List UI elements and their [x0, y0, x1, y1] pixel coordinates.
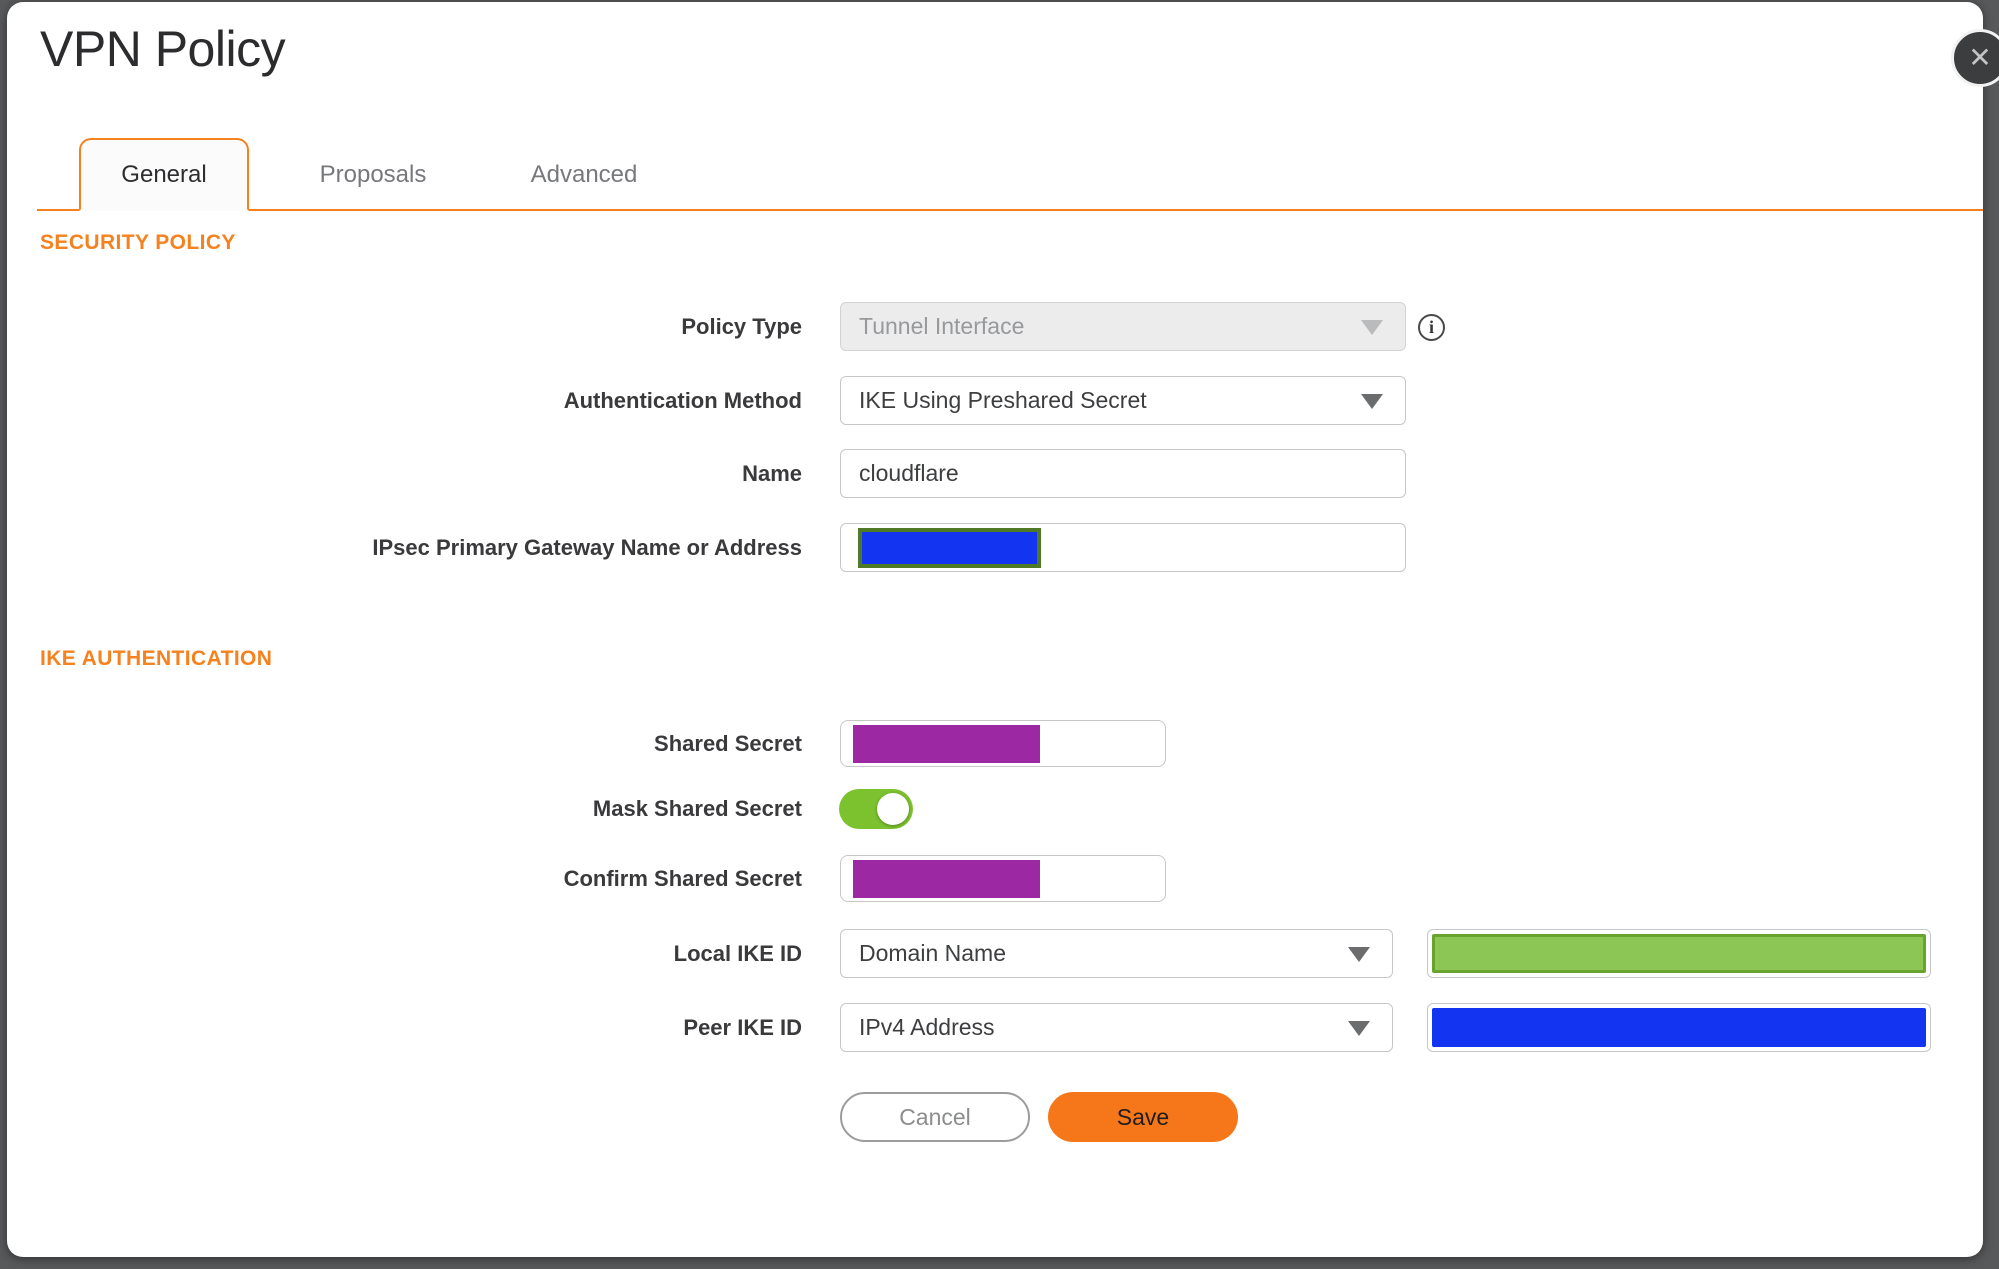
tab-advanced[interactable]: Advanced: [504, 138, 664, 211]
policy-type-value: Tunnel Interface: [859, 313, 1025, 339]
chevron-down-icon: [1361, 319, 1383, 335]
toggle-knob: [877, 793, 909, 825]
shared-secret-label: Shared Secret: [654, 731, 802, 756]
peer-ike-id-value: IPv4 Address: [859, 1014, 995, 1040]
tab-general[interactable]: General: [79, 138, 249, 211]
local-ike-id-label: Local IKE ID: [673, 941, 802, 966]
local-ike-id-input[interactable]: [1427, 929, 1931, 978]
auth-method-value: IKE Using Preshared Secret: [859, 387, 1147, 413]
local-ike-id-value: Domain Name: [859, 940, 1006, 966]
shared-secret-redacted-value: [853, 725, 1040, 763]
local-ike-id-select[interactable]: Domain Name: [840, 929, 1393, 978]
name-label: Name: [742, 461, 802, 486]
mask-shared-secret-toggle[interactable]: [839, 789, 913, 829]
confirm-shared-secret-label: Confirm Shared Secret: [563, 866, 802, 891]
shared-secret-input[interactable]: [840, 720, 1166, 767]
section-ike-authentication: IKE AUTHENTICATION: [40, 647, 273, 670]
section-security-policy: SECURITY POLICY: [40, 231, 236, 254]
peer-ike-id-select[interactable]: IPv4 Address: [840, 1003, 1393, 1052]
local-ike-id-redacted-value: [1432, 934, 1926, 973]
chevron-down-icon: [1348, 946, 1370, 962]
tab-proposals[interactable]: Proposals: [287, 138, 459, 211]
info-icon[interactable]: i: [1418, 314, 1445, 341]
peer-ike-id-label: Peer IKE ID: [683, 1015, 802, 1040]
name-input[interactable]: [840, 449, 1406, 498]
gateway-redacted-value: [858, 528, 1041, 568]
chevron-down-icon: [1361, 393, 1383, 409]
auth-method-select[interactable]: IKE Using Preshared Secret: [840, 376, 1406, 425]
gateway-input[interactable]: [840, 523, 1406, 572]
policy-type-label: Policy Type: [681, 314, 802, 339]
peer-ike-id-redacted-value: [1432, 1008, 1926, 1047]
policy-type-select: Tunnel Interface: [840, 302, 1406, 351]
page-title: VPN Policy: [40, 21, 286, 77]
cancel-button[interactable]: Cancel: [840, 1092, 1030, 1142]
gateway-label: IPsec Primary Gateway Name or Address: [372, 535, 802, 560]
mask-shared-secret-label: Mask Shared Secret: [592, 796, 802, 821]
confirm-shared-secret-redacted-value: [853, 860, 1040, 898]
tab-bar: General Proposals Advanced: [7, 138, 1983, 211]
confirm-shared-secret-input[interactable]: [840, 855, 1166, 902]
auth-method-label: Authentication Method: [563, 388, 802, 413]
vpn-policy-dialog: VPN Policy General Proposals Advanced SE…: [7, 2, 1983, 1257]
peer-ike-id-input[interactable]: [1427, 1003, 1931, 1052]
chevron-down-icon: [1348, 1020, 1370, 1036]
save-button[interactable]: Save: [1048, 1092, 1238, 1142]
